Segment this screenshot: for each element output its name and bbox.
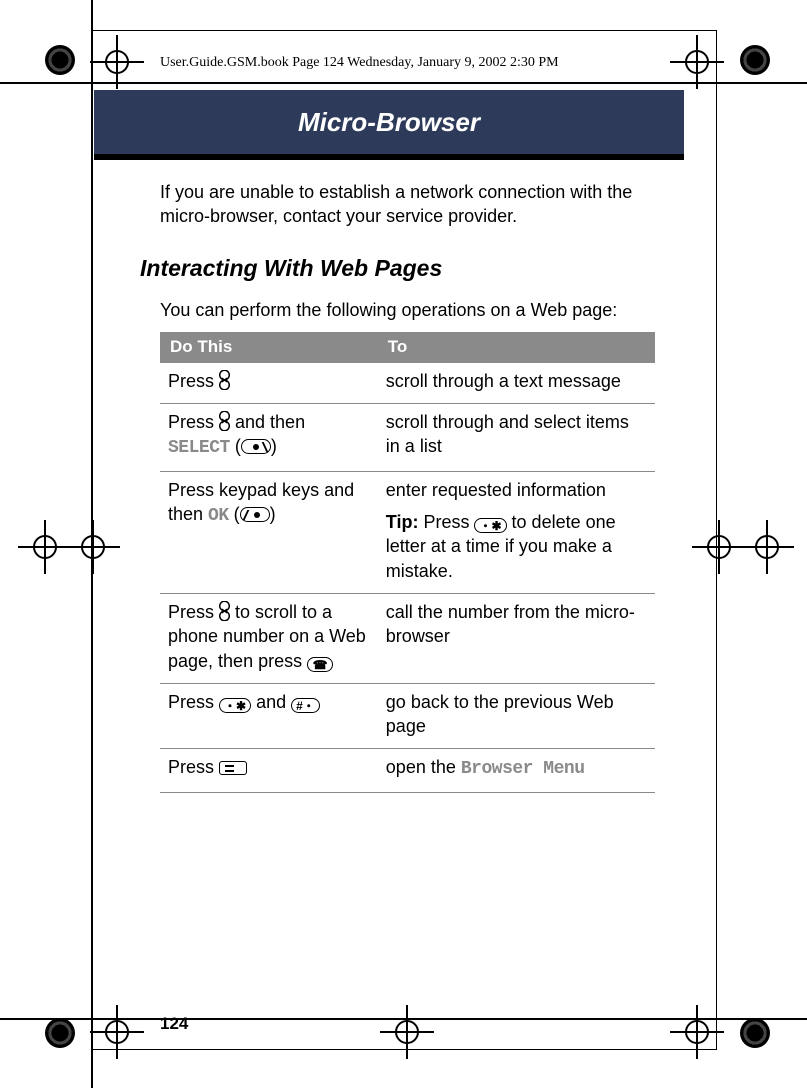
- table-row: Press keypad keys and then OK () enter r…: [160, 471, 655, 593]
- soft-key-icon: [241, 439, 271, 454]
- chapter-title-banner: Micro-Browser: [94, 90, 684, 160]
- row0-do-pre: Press: [168, 371, 219, 391]
- send-key-icon: ☎: [307, 657, 333, 672]
- row2-ok-label: OK: [208, 506, 229, 526]
- row0-to: scroll through a text message: [378, 363, 655, 404]
- row5-to-pre: open the: [386, 757, 461, 777]
- table-row: Press and then SELECT () scroll through …: [160, 404, 655, 472]
- row4-to: go back to the previous Web page: [378, 683, 655, 749]
- table-header-do: Do This: [160, 332, 378, 363]
- table-header-to: To: [378, 332, 655, 363]
- row2-tip-label: Tip:: [386, 512, 419, 532]
- row5-browser-menu: Browser Menu: [461, 759, 585, 779]
- row2-to-a: enter requested information: [386, 478, 647, 502]
- menu-key-icon: [219, 761, 247, 775]
- crop-mark-filled-br: [740, 1018, 770, 1048]
- table-row: Press to scroll to a phone number on a W…: [160, 593, 655, 683]
- soft-key-icon: [240, 507, 270, 522]
- page-number: 124: [160, 1014, 188, 1034]
- row3-to: call the number from the micro-browser: [378, 593, 655, 683]
- hash-shift-key-icon: #・: [291, 698, 320, 713]
- row1-do-close: ): [271, 436, 277, 456]
- table-row: Press ・✱ and #・ go back to the previous …: [160, 683, 655, 749]
- row1-do-pre: Press: [168, 412, 219, 432]
- row1-do-mid: and then: [230, 412, 305, 432]
- table-row: Press scroll through a text message: [160, 363, 655, 404]
- section-lead-text: You can perform the following operations…: [160, 298, 660, 322]
- row2-tip-pre: Press: [418, 512, 474, 532]
- row5-do-pre: Press: [168, 757, 219, 777]
- header-meta-text: User.Guide.GSM.book Page 124 Wednesday, …: [160, 55, 559, 71]
- row1-do-post: (: [230, 436, 241, 456]
- crop-mark-filled-tl: [45, 45, 75, 75]
- crop-mark-icon: [18, 520, 72, 574]
- nav-key-icon: [219, 411, 230, 431]
- row4-do-and: and: [251, 692, 291, 712]
- crop-mark-filled-tr: [740, 45, 770, 75]
- table-row: Press open the Browser Menu: [160, 749, 655, 792]
- row4-do-pre: Press: [168, 692, 219, 712]
- operations-table: Do This To Press scroll through a text m…: [160, 332, 655, 793]
- crop-mark-icon: [740, 520, 794, 574]
- star-clear-key-icon: ・✱: [219, 698, 251, 713]
- row2-do-post: (: [229, 504, 240, 524]
- row1-to: scroll through and select items in a lis…: [378, 404, 655, 472]
- intro-paragraph: If you are unable to establish a network…: [160, 180, 660, 229]
- row2-do-close: ): [270, 504, 276, 524]
- section-heading: Interacting With Web Pages: [140, 253, 660, 284]
- nav-key-icon: [219, 370, 230, 390]
- crop-mark-filled-bl: [45, 1018, 75, 1048]
- nav-key-icon: [219, 601, 230, 621]
- star-clear-key-icon: ・✱: [474, 518, 506, 533]
- row1-select-label: SELECT: [168, 438, 230, 458]
- body-content: If you are unable to establish a network…: [160, 180, 660, 793]
- row3-do-pre: Press: [168, 602, 219, 622]
